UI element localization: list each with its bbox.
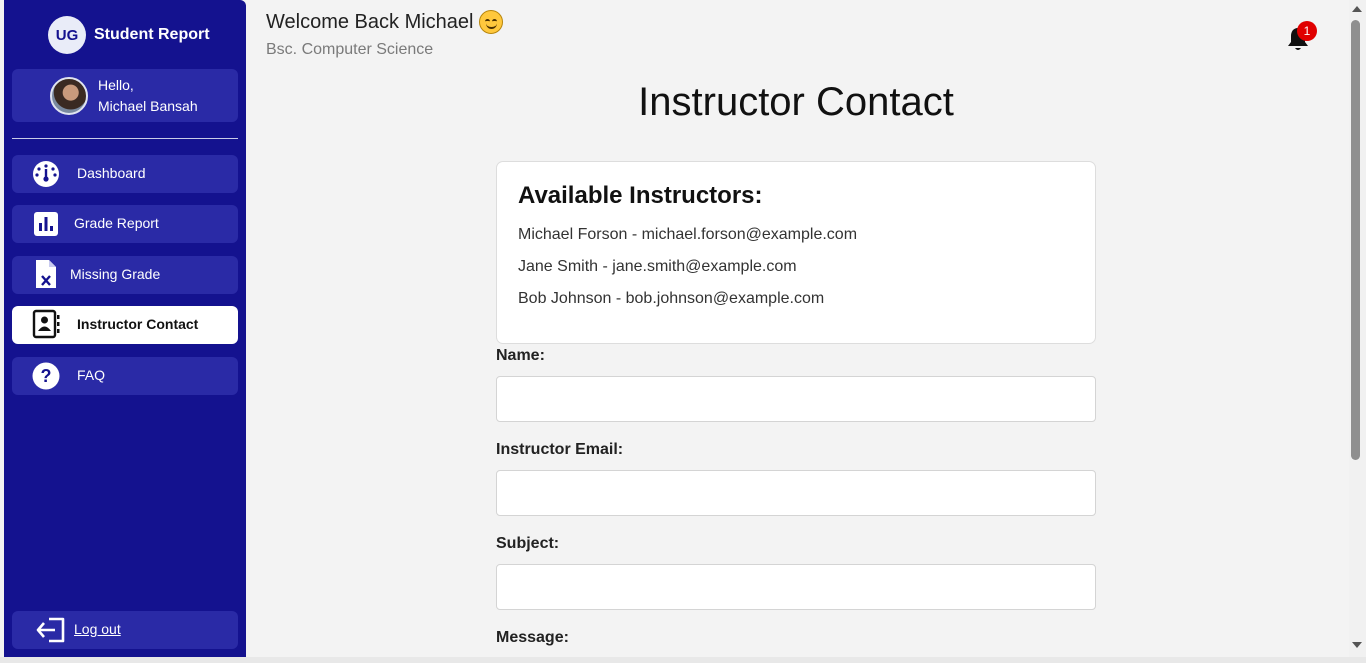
sidebar-divider [12,138,238,139]
sidebar-item-grade-report[interactable]: Grade Report [12,205,238,243]
message-label: Message: [496,629,569,646]
name-label: Name: [496,347,545,364]
sidebar: UG Student Report Hello, Michael Bansah … [4,0,246,657]
instructor-email-field[interactable] [496,470,1096,516]
instructors-card: Available Instructors: Michael Forson - … [496,161,1096,344]
notification-count-badge: 1 [1297,21,1317,41]
logout-button[interactable]: Log out [12,611,238,649]
instructor-entry: Bob Johnson - bob.johnson@example.com [518,290,825,307]
bar-chart-icon [30,210,62,238]
instructor-entry: Jane Smith - jane.smith@example.com [518,258,797,275]
greeting-text: Hello, [98,76,134,93]
contact-book-icon [30,309,62,339]
question-circle-icon: ? [30,362,62,390]
sidebar-item-label: FAQ [77,367,106,383]
subject-label: Subject: [496,535,560,552]
svg-text:?: ? [41,366,52,386]
sidebar-item-label: Instructor Contact [77,316,199,332]
logout-label[interactable]: Log out [74,621,121,637]
avatar [50,76,88,115]
horizontal-scrollbar[interactable] [0,657,1366,663]
name-field[interactable] [496,376,1096,422]
dashboard-gauge-icon [30,160,62,188]
sidebar-item-label: Grade Report [74,215,159,231]
sidebar-item-dashboard[interactable]: Dashboard [12,155,238,193]
brand-title: Student Report [94,26,210,43]
welcome-heading: Welcome Back Michael [266,10,504,34]
file-x-icon [30,260,62,288]
page-title: Instructor Contact [638,80,954,124]
instructors-heading: Available Instructors: [518,182,763,209]
scrollbar-thumb[interactable] [1351,20,1360,460]
welcome-text: Welcome Back Michael [266,10,474,33]
sidebar-item-missing-grade[interactable]: Missing Grade [12,256,238,294]
smiley-emoji-icon [479,10,504,34]
vertical-scrollbar[interactable] [1349,0,1366,657]
scroll-up-arrow-icon[interactable] [1352,6,1362,12]
brand-logo-badge: UG [48,16,86,54]
scroll-down-arrow-icon[interactable] [1352,642,1362,648]
program-subtitle: Bsc. Computer Science [266,41,434,58]
subject-field[interactable] [496,564,1096,610]
sidebar-item-instructor-contact[interactable]: Instructor Contact [12,306,238,344]
instructor-email-label: Instructor Email: [496,441,624,458]
sidebar-item-label: Missing Grade [70,266,161,282]
sidebar-item-label: Dashboard [77,165,146,181]
brand: UG Student Report [48,16,210,54]
user-name: Michael Bansah [98,97,198,114]
logout-icon [36,617,66,646]
instructor-entry: Michael Forson - michael.forson@example.… [518,226,858,243]
sidebar-item-faq[interactable]: ? FAQ [12,357,238,395]
user-profile-card: Hello, Michael Bansah [12,69,238,122]
